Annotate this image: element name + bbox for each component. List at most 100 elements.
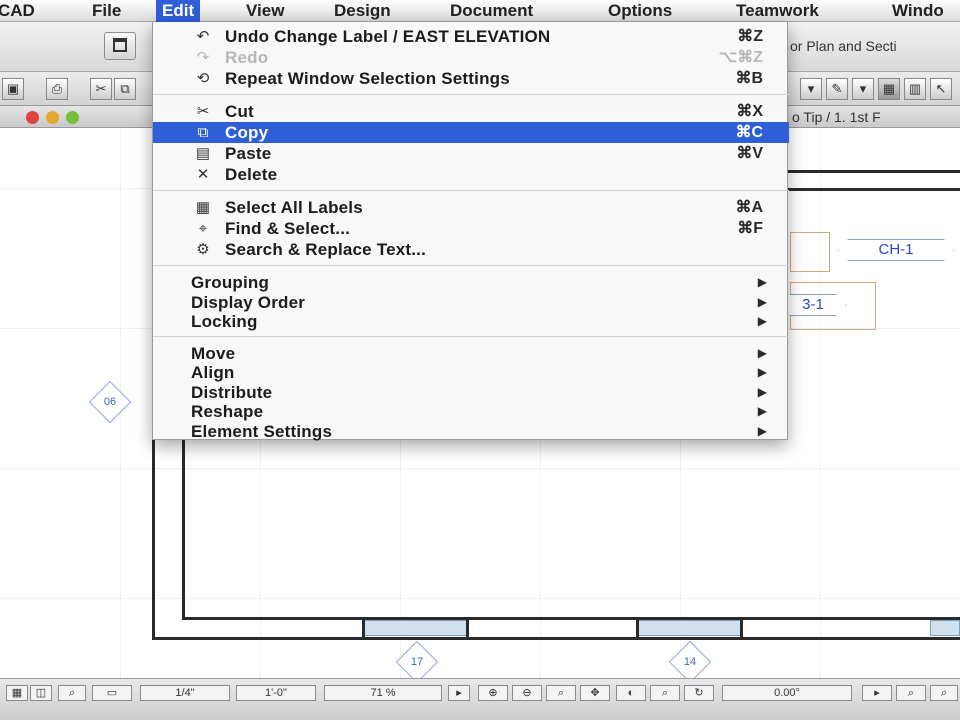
close-window-icon[interactable]	[26, 111, 39, 124]
navigator-icon[interactable]: ▸	[862, 685, 892, 701]
section-marker-label: 17	[410, 656, 424, 668]
minimize-window-icon[interactable]	[46, 111, 59, 124]
window-title-partial: or Plan and Secti	[790, 38, 897, 54]
wall[interactable]	[152, 440, 155, 640]
menu-item-label: Reshape	[191, 402, 264, 421]
wall[interactable]	[362, 617, 365, 640]
menu-item-select-all-labels[interactable]: ▦ Select All Labels ⌘A	[153, 197, 789, 218]
wall[interactable]	[182, 617, 960, 620]
wall[interactable]	[466, 617, 469, 640]
label-ch1[interactable]: CH-1	[838, 239, 954, 261]
menu-file[interactable]: File	[92, 0, 121, 22]
layout-book-button[interactable]	[104, 32, 136, 60]
menu-teamwork[interactable]: Teamwork	[736, 0, 819, 22]
zoom-window-icon[interactable]	[66, 111, 79, 124]
menu-view[interactable]: View	[246, 0, 284, 22]
menu-item-label: Align	[191, 363, 235, 382]
zoom-out-icon[interactable]: ⊖	[512, 685, 542, 701]
wall[interactable]	[740, 617, 743, 640]
menu-item-align[interactable]: Align ▶	[153, 362, 789, 383]
menu-item-paste[interactable]: ▤ Paste ⌘V	[153, 143, 789, 164]
menu-item-element-settings[interactable]: Element Settings ▶	[153, 421, 789, 442]
settings-icon[interactable]: ⌕	[930, 685, 958, 701]
pointer-icon[interactable]: ↖	[930, 78, 952, 100]
menu-item-display-order[interactable]: Display Order ▶	[153, 292, 789, 313]
delete-icon: ✕	[196, 166, 210, 183]
menu-item-undo-change-label-east-elevation[interactable]: ↶ Undo Change Label / EAST ELEVATION ⌘Z	[153, 26, 789, 47]
menu-item-label: Search & Replace Text...	[225, 240, 427, 259]
submenu-arrow-icon: ▶	[757, 275, 767, 289]
view-icon[interactable]: ▭	[92, 685, 132, 701]
cabinet-outline[interactable]	[790, 232, 830, 272]
menu-item-find-select[interactable]: ⌖ Find & Select... ⌘F	[153, 218, 789, 239]
menu-item-move[interactable]: Move ▶	[153, 343, 789, 364]
menu-item-grouping[interactable]: Grouping ▶	[153, 272, 789, 293]
select-all-icon: ▦	[195, 199, 211, 216]
menu-app[interactable]: CAD	[0, 0, 35, 22]
nav-icon[interactable]: ◫	[30, 685, 52, 701]
status-bar: ▦ ◫ ⌕ ▭ 1/4" 1'-0" 71 % ▸ ⊕ ⊖ ⌕ ✥ ◐ ⌕ ↻ …	[0, 678, 960, 720]
menu-item-locking[interactable]: Locking ▶	[153, 311, 789, 332]
window-element[interactable]	[364, 620, 468, 636]
fit-window-icon[interactable]: ⌕	[896, 685, 926, 701]
menu-item-repeat-window-selection-settings[interactable]: ⟲ Repeat Window Selection Settings ⌘B	[153, 68, 789, 89]
scale-b[interactable]: 1'-0"	[236, 685, 316, 701]
zoom-previous-icon[interactable]: ◐	[616, 685, 646, 701]
layout-icon	[113, 38, 127, 52]
menu-item-label: Element Settings	[191, 421, 333, 441]
wall[interactable]	[152, 637, 960, 640]
arrow-icon[interactable]: ▾	[800, 78, 822, 100]
zoom-level[interactable]: 71 %	[324, 685, 442, 701]
menu-item-reshape[interactable]: Reshape ▶	[153, 401, 789, 422]
menu-item-delete[interactable]: ✕ Delete	[153, 164, 789, 185]
copy-icon-small[interactable]: ⧉	[114, 78, 136, 100]
dropdown-icon[interactable]: ▾	[852, 78, 874, 100]
zoom-area-icon[interactable]: ⌕	[546, 685, 576, 701]
submenu-arrow-icon: ▶	[757, 294, 767, 309]
menu-document[interactable]: Document	[450, 0, 533, 22]
wall[interactable]	[636, 617, 639, 640]
submenu-arrow-icon: ▶	[757, 365, 767, 379]
wall[interactable]	[785, 170, 960, 173]
window-element[interactable]	[638, 620, 742, 636]
rotate-icon[interactable]: ↻	[684, 685, 714, 701]
menu-item-label: Redo	[225, 48, 269, 67]
menu-item-redo: ↷ Redo ⌥⌘Z	[153, 47, 789, 68]
scale-a[interactable]: 1/4"	[140, 685, 230, 701]
copy-icon: ⧉	[197, 124, 209, 141]
zoom-next-icon[interactable]: ⌕	[650, 685, 680, 701]
menu-item-distribute[interactable]: Distribute ▶	[153, 382, 789, 403]
menu-design[interactable]: Design	[334, 0, 391, 22]
dropdown-icon[interactable]: ▸	[448, 685, 470, 701]
menu-edit[interactable]: Edit	[156, 0, 201, 22]
menu-item-shortcut: ⌘B	[735, 70, 763, 87]
rotation-angle[interactable]: 0.00°	[722, 685, 852, 701]
grid-icon[interactable]: ▥	[904, 78, 926, 100]
grid-line	[0, 598, 960, 599]
submenu-arrow-icon: ▶	[757, 384, 767, 399]
menu-options[interactable]: Options	[608, 0, 672, 22]
nav-icon[interactable]: ▦	[6, 685, 28, 701]
menu-item-label: Undo Change Label / EAST ELEVATION	[225, 27, 551, 46]
menu-bar: CAD File Edit View Design Document Optio…	[0, 0, 960, 22]
save-icon[interactable]: ▣	[2, 78, 24, 100]
layers-icon[interactable]: ▦	[878, 78, 900, 100]
menu-window[interactable]: Windo	[892, 0, 944, 22]
pan-icon[interactable]: ✥	[580, 685, 610, 701]
wall[interactable]	[785, 188, 960, 191]
label-partial[interactable]: 3-1	[780, 294, 846, 316]
zoom-fit-icon[interactable]: ⌕	[58, 685, 86, 701]
menu-item-copy[interactable]: ⧉ Copy ⌘C	[153, 122, 789, 143]
print-icon[interactable]: ⎙	[46, 78, 68, 100]
zoom-in-icon[interactable]: ⊕	[478, 685, 508, 701]
submenu-arrow-icon: ▶	[757, 345, 767, 360]
menu-item-search-replace-text[interactable]: ⚙ Search & Replace Text...	[153, 239, 789, 260]
cut-icon[interactable]: ✂	[90, 78, 112, 100]
window-element[interactable]	[930, 620, 960, 636]
wall[interactable]	[182, 440, 185, 620]
menu-item-label: Move	[191, 343, 236, 363]
pen-icon[interactable]: ✎	[826, 78, 848, 100]
menu-item-cut[interactable]: ✂ Cut ⌘X	[153, 101, 789, 122]
menu-item-label: Copy	[225, 123, 269, 142]
menu-separator	[153, 94, 789, 95]
